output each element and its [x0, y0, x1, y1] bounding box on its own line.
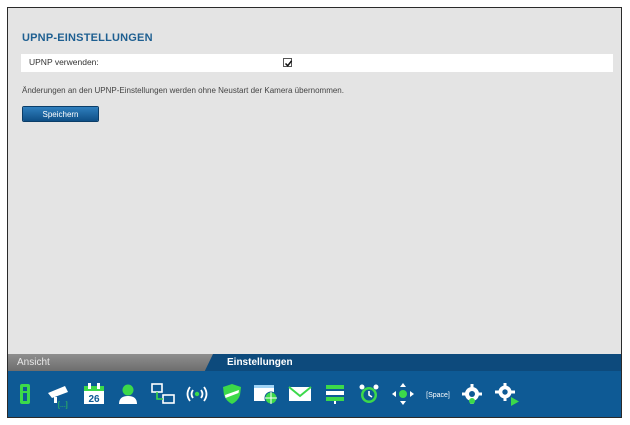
- wireless-icon[interactable]: [180, 374, 214, 414]
- calendar-icon[interactable]: 26: [77, 374, 111, 414]
- camera-info-icon[interactable]: [8, 374, 42, 414]
- calendar-day: 26: [88, 394, 100, 405]
- settings-apply-icon[interactable]: [489, 374, 523, 414]
- checkmark-icon: [284, 60, 293, 67]
- storage-list-icon[interactable]: [318, 374, 352, 414]
- network-camera-icon[interactable]: [...]: [42, 374, 76, 414]
- tab-einstellungen[interactable]: Einstellungen: [227, 354, 293, 371]
- settings-toolbar: [...] 26 [Space]: [8, 371, 621, 417]
- security-shield-icon[interactable]: [214, 374, 248, 414]
- ellipsis-text: [...]: [58, 402, 68, 409]
- settings-gear-icon[interactable]: [455, 374, 489, 414]
- page-title: UPNP-EINSTELLUNGEN: [22, 32, 153, 44]
- network-devices-icon[interactable]: [146, 374, 180, 414]
- tab-ansicht[interactable]: Ansicht: [8, 354, 213, 371]
- upnp-label: UPNP verwenden:: [29, 57, 99, 67]
- email-icon[interactable]: [283, 374, 317, 414]
- alarm-clock-icon[interactable]: [352, 374, 386, 414]
- main-tabbar: Ansicht Einstellungen: [8, 354, 621, 371]
- user-icon[interactable]: [111, 374, 145, 414]
- upnp-checkbox[interactable]: [283, 58, 293, 67]
- web-globe-icon[interactable]: [249, 374, 283, 414]
- upnp-setting-row: UPNP verwenden:: [21, 54, 613, 72]
- app-frame: UPNP-EINSTELLUNGEN UPNP verwenden: Änder…: [7, 7, 622, 418]
- space-key-label: [Space]: [426, 392, 450, 399]
- ptz-navigation-icon[interactable]: [386, 374, 420, 414]
- save-button[interactable]: Speichern: [23, 107, 98, 121]
- space-key-icon[interactable]: [Space]: [421, 374, 455, 414]
- upnp-notice: Änderungen an den UPNP-Einstellungen wer…: [22, 86, 344, 95]
- settings-panel: UPNP-EINSTELLUNGEN UPNP verwenden: Änder…: [8, 8, 621, 354]
